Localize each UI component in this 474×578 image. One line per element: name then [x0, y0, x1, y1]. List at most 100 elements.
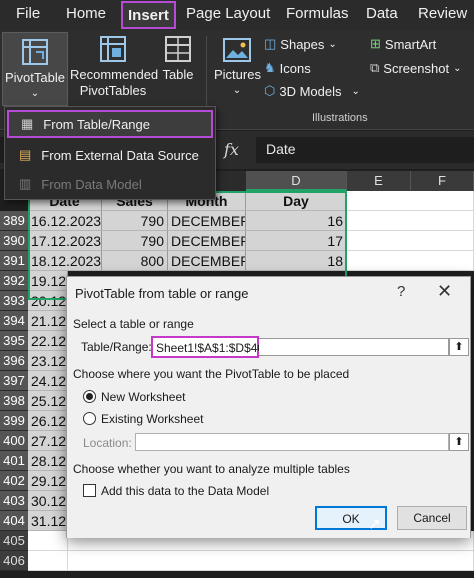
header-cell-day[interactable]: Day [246, 191, 347, 211]
recommended-pivottables-button[interactable]: Recommended PivotTables [70, 34, 158, 99]
row-header[interactable]: 406 [0, 551, 28, 571]
row-header[interactable]: 401 [0, 451, 28, 471]
menu-item-from-external-data-source[interactable]: ▤ From External Data Source [7, 141, 213, 169]
cell-date[interactable]: 18.12.2023 [28, 251, 102, 271]
cell-date[interactable]: 16.12.2023 [28, 211, 102, 231]
tab-formulas[interactable]: Formulas [286, 5, 349, 22]
screenshot-button[interactable]: ⧉ Screenshot ⌄ [370, 60, 461, 76]
cell-date[interactable]: 28.12. [28, 451, 68, 471]
close-icon[interactable]: ✕ [437, 281, 452, 302]
cell-month[interactable]: DECEMBER [168, 251, 246, 271]
tab-home[interactable]: Home [66, 5, 106, 22]
tab-file[interactable]: File [16, 5, 40, 22]
pictures-label: Pictures [214, 67, 261, 82]
tab-review[interactable]: Review [418, 5, 467, 22]
row-header[interactable]: 399 [0, 411, 28, 431]
row-header[interactable]: 390 [0, 231, 28, 251]
existing-worksheet-label: Existing Worksheet [101, 412, 204, 426]
menu-item-label: From Data Model [41, 176, 142, 192]
existing-worksheet-radio[interactable] [83, 412, 96, 425]
table-button[interactable]: Table [158, 34, 198, 83]
fx-icon[interactable]: fx [224, 140, 239, 159]
cell-date[interactable]: 20.12. [28, 291, 68, 311]
location-input[interactable] [135, 433, 449, 451]
cell-date[interactable]: 24.12. [28, 371, 68, 391]
menu-item-from-table-range[interactable]: ▦ From Table/Range [7, 110, 213, 138]
data-model-checkbox[interactable] [83, 484, 96, 497]
smartart-button[interactable]: ⊞ SmartArt [370, 36, 436, 52]
tab-insert[interactable]: Insert [121, 1, 176, 29]
cell-date[interactable]: 29.12. [28, 471, 68, 491]
row-header[interactable]: 398 [0, 391, 28, 411]
row-header[interactable]: 393 [0, 291, 28, 311]
data-model-icon: ▥ [19, 176, 32, 191]
cell-month[interactable]: DECEMBER [168, 231, 246, 251]
row-header[interactable]: 396 [0, 351, 28, 371]
tab-page-layout[interactable]: Page Layout [186, 5, 270, 22]
screenshot-label: Screenshot [383, 60, 450, 76]
row-header[interactable]: 404 [0, 511, 28, 531]
cell-date[interactable]: 30.12. [28, 491, 68, 511]
cell-sales[interactable]: 800 [102, 251, 168, 271]
empty-cell[interactable] [347, 191, 474, 211]
cell-date[interactable]: 27.12. [28, 431, 68, 451]
smartart-icon: ⊞ [370, 36, 381, 51]
table-label: Table [162, 67, 194, 82]
screenshot-icon: ⧉ [370, 60, 380, 75]
row-header[interactable]: 402 [0, 471, 28, 491]
cell-date[interactable]: 26.12. [28, 411, 68, 431]
icons-button[interactable]: ♞ Icons [264, 60, 311, 76]
column-header-d[interactable]: D [246, 171, 347, 191]
row-header[interactable]: 394 [0, 311, 28, 331]
empty-cell[interactable] [68, 551, 474, 571]
collapse-dialog-icon[interactable]: ⬆ [449, 338, 469, 356]
3d-models-label: 3D Models [279, 83, 342, 99]
pivottable-icon [22, 39, 48, 65]
cell-date[interactable]: 17.12.2023 [28, 231, 102, 251]
cell-day[interactable]: 16 [246, 211, 347, 231]
pictures-button[interactable]: Pictures ⌄ [214, 36, 261, 99]
cell-date[interactable]: 31.12. [28, 511, 68, 531]
cell-month[interactable]: DECEMBER [168, 211, 246, 231]
row-header[interactable]: 403 [0, 491, 28, 511]
cell-date[interactable]: 25.12. [28, 391, 68, 411]
cell-day[interactable]: 18 [246, 251, 347, 271]
3d-models-button[interactable]: ⬡ 3D Models ⌄ [264, 83, 360, 99]
cancel-button[interactable]: Cancel [397, 506, 467, 530]
row-header[interactable]: 397 [0, 371, 28, 391]
empty-cell[interactable] [28, 551, 68, 571]
cell-sales[interactable]: 790 [102, 231, 168, 251]
cell-day[interactable]: 17 [246, 231, 347, 251]
empty-cell[interactable] [28, 531, 68, 551]
cell-sales[interactable]: 790 [102, 211, 168, 231]
table-range-field[interactable]: Sheet1!$A$1:$D$404 [151, 336, 271, 358]
cell-date[interactable]: 21.12. [28, 311, 68, 331]
table-range-input-ext[interactable] [259, 338, 449, 356]
collapse-dialog-icon[interactable]: ⬆ [449, 433, 469, 451]
row-header[interactable]: 389 [0, 211, 28, 231]
empty-cell[interactable] [347, 251, 474, 271]
pivottable-button[interactable]: PivotTable ⌄ [2, 32, 68, 106]
column-header-e[interactable]: E [347, 171, 411, 191]
cell-date[interactable]: 22.12. [28, 331, 68, 351]
cell-date[interactable]: 19.12. [28, 271, 68, 291]
menu-item-label: From External Data Source [41, 147, 199, 163]
column-header-f[interactable]: F [411, 171, 474, 191]
empty-cell[interactable] [347, 231, 474, 251]
cell-date[interactable]: 23.12. [28, 351, 68, 371]
tab-data[interactable]: Data [366, 5, 398, 22]
empty-cell[interactable] [347, 211, 474, 231]
shapes-button[interactable]: ◫ Shapes ⌄ [264, 36, 337, 52]
row-header[interactable]: 405 [0, 531, 28, 551]
new-worksheet-radio[interactable] [83, 390, 96, 403]
formula-input[interactable]: Date [256, 137, 474, 163]
dialog-title: PivotTable from table or range [75, 286, 249, 301]
excel-window: File Home Insert Page Layout Formulas Da… [0, 0, 474, 578]
menu-item-from-data-model: ▥ From Data Model [7, 170, 213, 198]
row-header[interactable]: 391 [0, 251, 28, 271]
row-header[interactable]: 400 [0, 431, 28, 451]
row-header[interactable]: 395 [0, 331, 28, 351]
dialog-body: Select a table or range Table/Range: She… [67, 309, 470, 538]
row-header[interactable]: 392 [0, 271, 28, 291]
help-icon[interactable]: ? [397, 283, 405, 300]
